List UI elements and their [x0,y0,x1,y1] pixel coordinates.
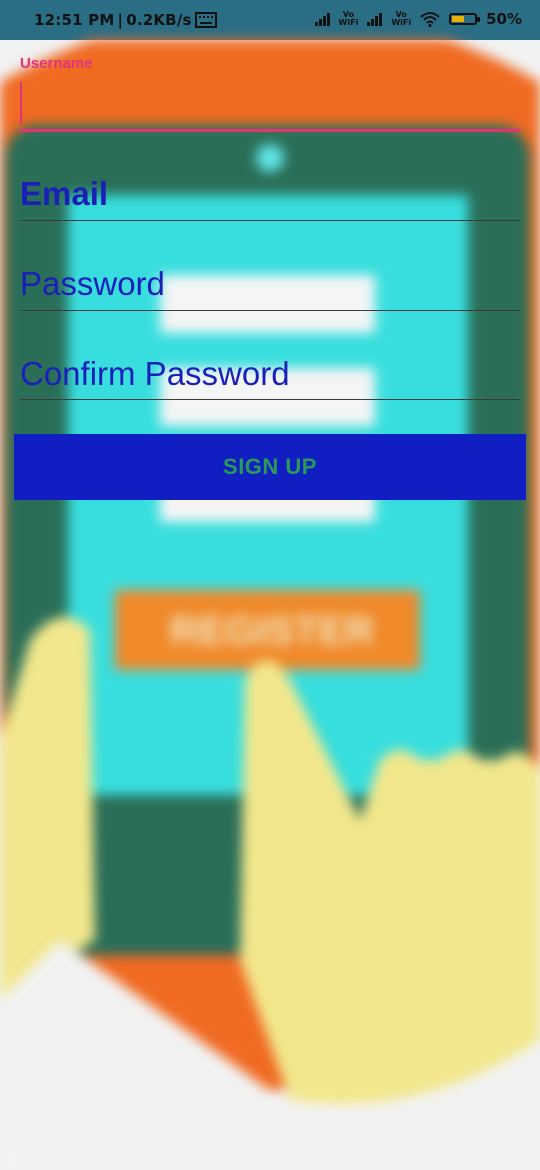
username-label: Username [20,55,93,72]
confirm-password-underline [20,399,520,400]
vo-wifi-icon: Vo WiFi [391,10,412,27]
battery-percent: 50% [486,10,522,28]
username-field[interactable]: Username [20,40,520,135]
battery-icon [449,13,481,25]
signal-icon [314,12,330,26]
register-text: REGISTER [170,609,375,653]
password-hint: Password [20,265,165,302]
status-net-speed: 0.2KB/s [126,11,192,29]
battery-fill [452,16,465,22]
keyboard-icon [194,12,217,28]
signal-icon [367,12,383,26]
status-left: 12:51 PM | 0.2KB/s [34,11,217,29]
email-hint: Email [20,175,109,212]
status-right: Vo WiFi Vo WiFi 50% [314,10,522,28]
wifi-icon [420,12,440,27]
confirm-password-field[interactable]: Confirm Password [20,315,520,405]
sign-up-button[interactable]: SIGN UP [14,434,526,500]
email-field[interactable]: Email [20,135,520,225]
confirm-password-hint: Confirm Password [20,355,290,392]
status-time: 12:51 PM [34,11,115,29]
text-cursor [20,82,22,124]
password-underline [20,310,520,311]
password-field[interactable]: Password [20,225,520,315]
username-underline [20,129,520,132]
vo-wifi-icon: Vo WiFi [338,10,359,27]
status-bar: 12:51 PM | 0.2KB/s Vo WiFi Vo WiFi 50% [0,0,540,40]
email-underline [20,220,520,221]
